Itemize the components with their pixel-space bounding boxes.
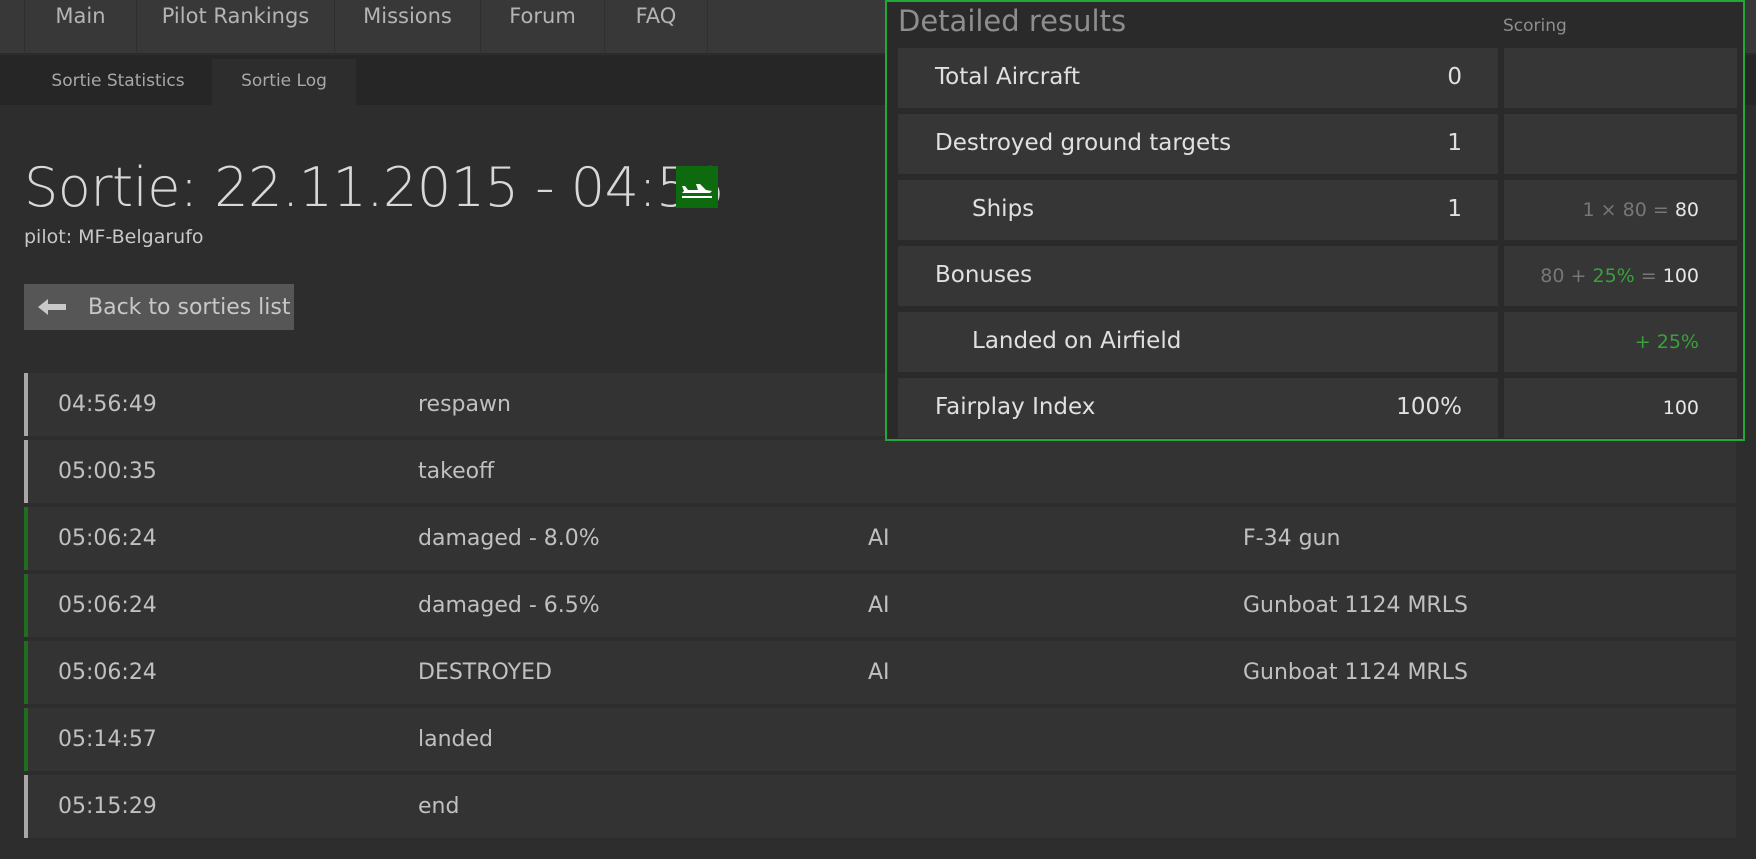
detailed-results-panel: Detailed results Scoring Total Aircraft … (885, 0, 1745, 441)
result-value: 100% (1396, 394, 1462, 420)
nav-faq[interactable]: FAQ (604, 0, 708, 54)
log-actor: AI (868, 526, 890, 551)
back-to-sorties-button[interactable]: Back to sorties list (24, 284, 294, 330)
status-bar (24, 574, 28, 637)
log-time: 05:06:24 (58, 660, 157, 685)
result-label: Total Aircraft (935, 64, 1081, 90)
result-label: Fairplay Index (935, 394, 1096, 420)
log-row: 05:15:29 end (24, 775, 1736, 838)
log-time: 05:15:29 (58, 794, 157, 819)
nav-pilot-rankings[interactable]: Pilot Rankings (136, 0, 334, 54)
result-row-ground-targets: Destroyed ground targets 1 (898, 114, 1737, 174)
status-bar (24, 641, 28, 704)
nav-missions[interactable]: Missions (334, 0, 480, 54)
log-actor: AI (868, 593, 890, 618)
score-cell (1504, 48, 1737, 108)
result-label: Destroyed ground targets (935, 130, 1232, 156)
tab-sortie-log[interactable]: Sortie Log (212, 59, 356, 105)
arrow-left-icon (38, 299, 66, 315)
log-event: damaged - 8.0% (418, 526, 600, 551)
pilot-name: pilot: MF-Belgarufo (24, 226, 204, 248)
result-row-fairplay: Fairplay Index 100% 100 (898, 378, 1737, 438)
status-bar (24, 507, 28, 570)
log-row: 05:06:24 damaged - 6.5% AI Gunboat 1124 … (24, 574, 1736, 637)
log-object: Gunboat 1124 MRLS (1243, 660, 1468, 685)
result-row-bonuses: Bonuses 80 + 25% = 100 (898, 246, 1737, 306)
nav-main[interactable]: Main (24, 0, 136, 54)
log-time: 04:56:49 (58, 392, 157, 417)
plane-icon (682, 184, 712, 198)
log-object: Gunboat 1124 MRLS (1243, 593, 1468, 618)
log-event: DESTROYED (418, 660, 552, 685)
result-row-landed: Landed on Airfield + 25% (898, 312, 1737, 372)
result-value: 1 (1447, 130, 1462, 156)
log-object: F-34 gun (1243, 526, 1341, 551)
score-cell: + 25% (1504, 312, 1737, 372)
score-formula: 1 × 80 = 80 (1582, 199, 1699, 221)
score-cell: 80 + 25% = 100 (1504, 246, 1737, 306)
log-row: 05:00:35 takeoff (24, 440, 1736, 503)
log-event: takeoff (418, 459, 495, 484)
score-cell: 1 × 80 = 80 (1504, 180, 1737, 240)
log-row: 05:06:24 DESTROYED AI Gunboat 1124 MRLS (24, 641, 1736, 704)
log-event: landed (418, 727, 494, 752)
back-button-label: Back to sorties list (88, 294, 291, 320)
scoring-header: Scoring (1503, 16, 1567, 36)
results-title: Detailed results (898, 4, 1127, 38)
score-cell (1504, 114, 1737, 174)
log-time: 05:06:24 (58, 526, 157, 551)
score-result: 100 (1662, 397, 1699, 419)
result-value: 1 (1447, 196, 1462, 222)
result-row-ships: Ships 1 1 × 80 = 80 (898, 180, 1737, 240)
log-event: respawn (418, 392, 511, 417)
bonus-percent: + 25% (1634, 331, 1699, 353)
log-event: damaged - 6.5% (418, 593, 600, 618)
status-bar (24, 775, 28, 838)
aircraft-badge (676, 166, 718, 208)
log-time: 05:06:24 (58, 593, 157, 618)
tab-sortie-statistics[interactable]: Sortie Statistics (24, 59, 212, 105)
result-value: 0 (1447, 64, 1462, 90)
score-cell: 100 (1504, 378, 1737, 438)
result-label: Ships (972, 196, 1035, 222)
status-bar (24, 373, 28, 436)
log-event: end (418, 794, 460, 819)
log-time: 05:14:57 (58, 727, 157, 752)
log-time: 05:00:35 (58, 459, 157, 484)
status-bar (24, 708, 28, 771)
result-row-total-aircraft: Total Aircraft 0 (898, 48, 1737, 108)
result-label: Landed on Airfield (972, 328, 1182, 354)
log-row: 05:06:24 damaged - 8.0% AI F-34 gun (24, 507, 1736, 570)
page-title: Sortie: 22.11.2015 - 04:56 (24, 156, 724, 219)
log-row: 05:14:57 landed (24, 708, 1736, 771)
result-label: Bonuses (935, 262, 1033, 288)
status-bar (24, 440, 28, 503)
score-formula: 80 + 25% = 100 (1540, 265, 1699, 287)
log-actor: AI (868, 660, 890, 685)
nav-forum[interactable]: Forum (480, 0, 604, 54)
